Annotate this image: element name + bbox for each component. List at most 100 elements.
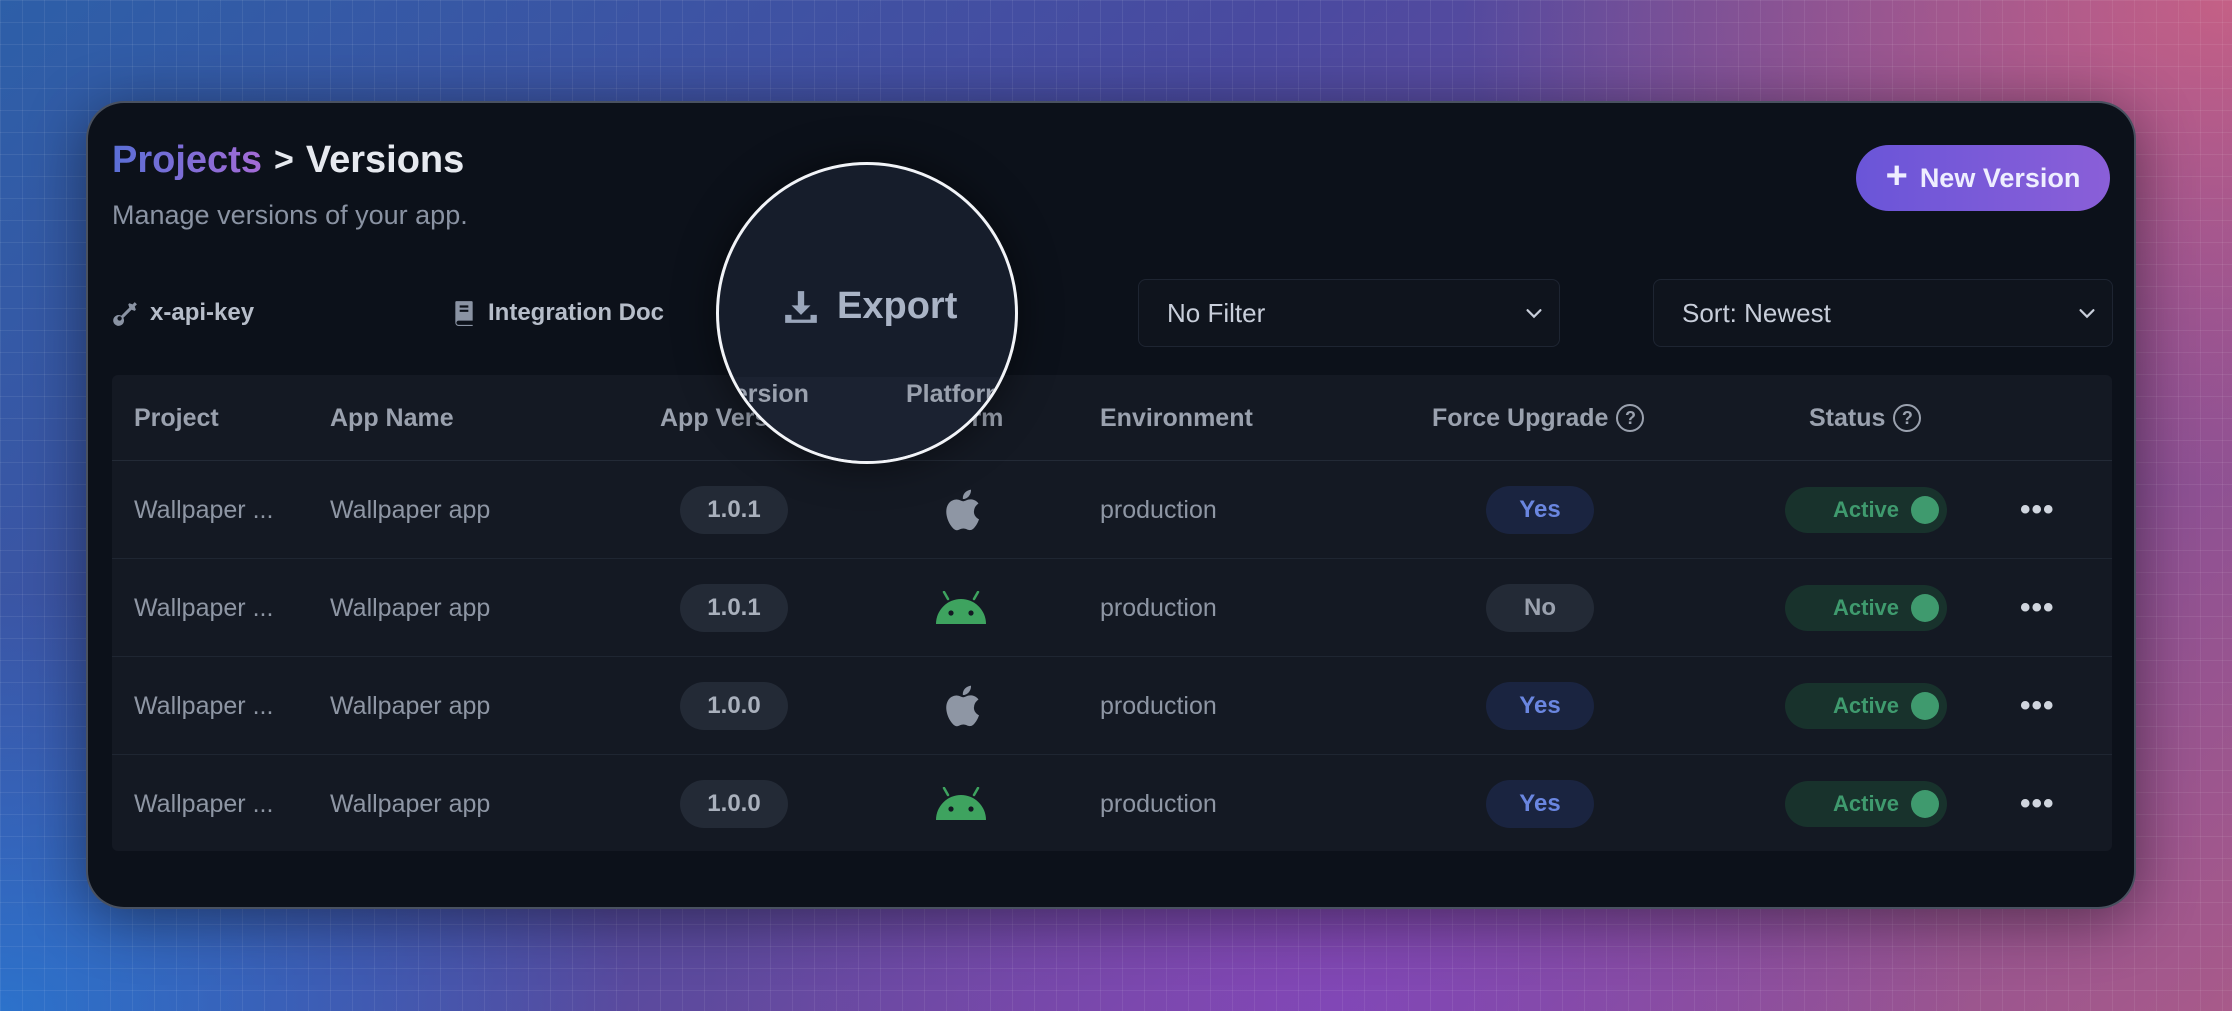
version-pill: 1.0.0 (680, 780, 788, 828)
cell-app-name: Wallpaper app (330, 789, 491, 818)
filter-select-value: No Filter (1167, 297, 1266, 328)
status-label: Active (1833, 791, 1900, 816)
cell-project: Wallpaper ... (134, 495, 274, 524)
more-options-icon[interactable]: ••• (2020, 689, 2055, 723)
api-key-label: x-api-key (150, 299, 255, 326)
chevron-down-icon (2079, 309, 2095, 319)
cell-environment: production (1100, 495, 1217, 524)
status-label: Active (1833, 595, 1900, 620)
cell-actions: ••• (2020, 559, 2055, 657)
version-pill: 1.0.1 (680, 584, 788, 632)
table-header: Project App Name App Version Platform En… (112, 375, 2112, 461)
table-row[interactable]: Wallpaper ... Wallpaper app 1.0.0 productio… (112, 755, 2112, 851)
cell-actions: ••• (2020, 657, 2055, 755)
force-upgrade-badge: Yes (1486, 682, 1594, 730)
export-spotlight: App Version Platform Export (716, 162, 1018, 464)
table-row[interactable]: Wallpaper ... Wallpaper app 1.0.1 productio… (112, 461, 2112, 559)
more-options-icon[interactable]: ••• (2020, 591, 2055, 625)
sort-select-value: Sort: Newest (1682, 297, 1831, 328)
header-force-upgrade-label: Force Upgrade (1432, 403, 1609, 432)
status-toggle[interactable]: Active (1785, 585, 1947, 631)
header-environment: Environment (1100, 403, 1253, 432)
cell-app-name: Wallpaper app (330, 495, 491, 524)
header-force-upgrade: Force Upgrade ? (1432, 375, 1645, 461)
android-icon (934, 755, 988, 851)
header-project: Project (134, 403, 219, 432)
status-label: Active (1833, 497, 1900, 522)
toggle-knob (1911, 594, 1939, 622)
cell-project: Wallpaper ... (134, 789, 274, 818)
table-row[interactable]: Wallpaper ... Wallpaper app 1.0.0 productio… (112, 657, 2112, 755)
cell-status: Active (1785, 657, 1947, 755)
cell-force-upgrade: No (1486, 559, 1594, 657)
new-version-button[interactable]: + New Version (1856, 145, 2110, 211)
breadcrumb-separator: > (273, 141, 294, 179)
more-options-icon[interactable]: ••• (2020, 493, 2055, 527)
spotlight-content: App Version Platform Export (719, 165, 1015, 461)
plus-icon: + (1885, 155, 1908, 197)
status-toggle[interactable]: Active (1785, 683, 1947, 729)
page-title: Versions (305, 139, 465, 181)
cell-status: Active (1785, 559, 1947, 657)
cell-app-version: 1.0.0 (680, 755, 788, 851)
status-toggle[interactable]: Active (1785, 781, 1947, 827)
toggle-knob (1911, 790, 1939, 818)
cell-status: Active (1785, 461, 1947, 559)
cell-app-name: Wallpaper app (330, 593, 491, 622)
book-icon (455, 301, 473, 326)
new-version-label: New Version (1919, 162, 2081, 193)
cell-force-upgrade: Yes (1486, 657, 1594, 755)
cell-app-version: 1.0.1 (680, 559, 788, 657)
export-button[interactable]: Export (781, 285, 957, 328)
android-icon (934, 559, 988, 657)
breadcrumb: Projects > Versions (112, 139, 468, 182)
apple-icon (940, 657, 982, 755)
cell-environment: production (1100, 789, 1217, 818)
version-pill: 1.0.1 (680, 486, 788, 534)
cell-environment: production (1100, 593, 1217, 622)
header-status: Status ? (1809, 375, 1922, 461)
breadcrumb-projects-link[interactable]: Projects (112, 139, 262, 182)
integration-doc-button[interactable]: Integration Doc (452, 277, 664, 349)
cell-force-upgrade: Yes (1486, 755, 1594, 851)
chevron-down-icon (1526, 309, 1542, 319)
cell-project: Wallpaper ... (134, 691, 274, 720)
cell-status: Active (1785, 755, 1947, 851)
force-upgrade-badge: Yes (1486, 486, 1594, 534)
help-icon[interactable]: ? (1893, 404, 1922, 432)
versions-table: Project App Name App Version Platform En… (112, 375, 2112, 851)
key-icon (113, 302, 137, 326)
header-status-label: Status (1809, 403, 1886, 432)
cell-actions: ••• (2020, 755, 2055, 851)
toolbar: x-api-key Integration Doc No Filter Sort… (88, 277, 2134, 349)
cell-environment: production (1100, 691, 1217, 720)
table-body: Wallpaper ... Wallpaper app 1.0.1 productio… (112, 461, 2112, 851)
cell-project: Wallpaper ... (134, 593, 274, 622)
version-pill: 1.0.0 (680, 682, 788, 730)
cell-app-version: 1.0.1 (680, 461, 788, 559)
force-upgrade-badge: No (1486, 584, 1594, 632)
force-upgrade-badge: Yes (1486, 780, 1594, 828)
status-toggle[interactable]: Active (1785, 487, 1947, 533)
integration-doc-label: Integration Doc (488, 299, 665, 326)
cell-app-version: 1.0.0 (680, 657, 788, 755)
cell-app-name: Wallpaper app (330, 691, 491, 720)
page-subtitle: Manage versions of your app. (112, 200, 468, 230)
cell-force-upgrade: Yes (1486, 461, 1594, 559)
cell-actions: ••• (2020, 461, 2055, 559)
sort-select[interactable]: Sort: Newest (1653, 279, 2113, 347)
filter-select[interactable]: No Filter (1138, 279, 1560, 347)
apple-icon (940, 461, 982, 559)
api-key-button[interactable]: x-api-key (112, 277, 254, 349)
status-label: Active (1833, 693, 1900, 718)
versions-card: Projects > Versions Manage versions of y… (86, 101, 2136, 909)
help-icon[interactable]: ? (1616, 404, 1645, 432)
toggle-knob (1911, 692, 1939, 720)
header-app-name: App Name (330, 403, 454, 432)
page-header: Projects > Versions Manage versions of y… (112, 139, 468, 231)
more-options-icon[interactable]: ••• (2020, 787, 2055, 821)
table-row[interactable]: Wallpaper ... Wallpaper app 1.0.1 productio… (112, 559, 2112, 657)
toggle-knob (1911, 496, 1939, 524)
export-label: Export (837, 285, 958, 327)
download-icon (785, 290, 817, 323)
